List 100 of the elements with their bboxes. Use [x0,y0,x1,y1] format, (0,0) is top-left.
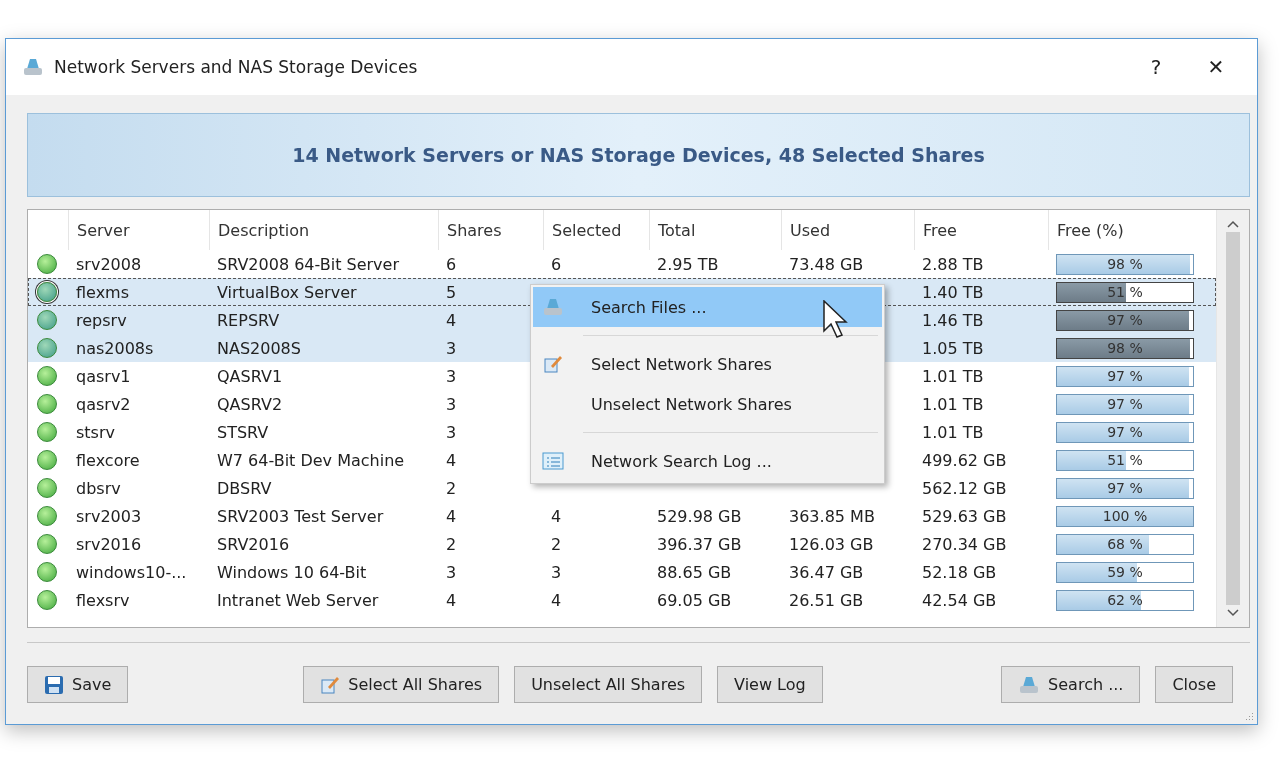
free-space-bar: 51 % [1056,449,1194,471]
free-space-bar: 68 % [1056,533,1194,555]
table-cell-text: 88.65 GB [656,562,733,582]
table-cell-text: 2.95 TB [656,254,720,274]
menu-item[interactable]: Search Files ... [533,287,882,327]
drive-icon [22,57,44,77]
table-cell-text: QASRV2 [216,394,284,414]
table-cell-text: 4 [550,506,563,526]
checklist-icon [320,674,341,695]
table-cell-text: 3 [445,422,458,442]
resize-grip-icon [1244,711,1254,721]
table-cell-text: 52.18 GB [921,562,998,582]
dialog-button[interactable]: Select All Shares [303,666,500,703]
table-cell-text: stsrv [75,422,116,442]
table-cell-text: 396.37 GB [656,534,743,554]
table-cell-text: 3 [445,366,458,386]
free-space-bar: 100 % [1056,505,1194,527]
table-cell-text: 4 [445,590,458,610]
free-space-bar: 97 % [1056,365,1194,387]
free-space-bar: 97 % [1056,421,1194,443]
table-cell-text: flexsrv [75,590,131,610]
table-cell-text: 4 [550,590,563,610]
table-cell-text: srv2003 [75,506,143,526]
table-cell-text: srv2008 [75,254,143,274]
free-space-bar: 98 % [1056,253,1194,275]
dialog-button[interactable]: View Log [717,666,823,703]
table-cell-text: 562.12 GB [921,478,1008,498]
mouse-cursor-icon [823,300,849,340]
summary-banner: 14 Network Servers or NAS Storage Devices, 48 Selected Shares [27,113,1250,197]
table-cell-text: 6 [445,254,458,274]
table-cell-text: 4 [445,310,458,330]
scrollbar[interactable] [1216,210,1249,627]
table-cell-text: 3 [445,394,458,414]
free-space-bar: 59 % [1056,561,1194,583]
column-header[interactable]: Free [914,210,1048,250]
table-cell-text: 1.05 TB [921,338,985,358]
checklist-icon [543,354,563,374]
table-cell-text: 4 [445,450,458,470]
free-space-bar: 51 % [1056,281,1194,303]
drive-icon [542,297,564,317]
scroll-up-icon[interactable] [1227,220,1239,228]
table-cell-text: flexms [75,282,131,302]
table-cell-text: SRV2016 [216,534,291,554]
free-space-bar: 97 % [1056,477,1194,499]
drive-icon [1018,674,1041,695]
table-cell-text: W7 64-Bit Dev Machine [216,450,406,470]
table-cell-text: 529.63 GB [921,506,1008,526]
dialog-button[interactable]: Search ... [1001,666,1141,703]
table-cell-text: 529.98 GB [656,506,743,526]
table-cell-text: 499.62 GB [921,450,1008,470]
free-space-bar: 62 % [1056,589,1194,611]
table-cell-text: 4 [445,506,458,526]
table-cell-text: Windows 10 64-Bit [216,562,368,582]
dialog-button[interactable]: Save [27,666,129,703]
column-header[interactable]: Total [649,210,781,250]
table-cell-text: VirtualBox Server [216,282,358,302]
table-cell-text: 2 [445,478,458,498]
table-cell-text: 126.03 GB [788,534,875,554]
table-cell-text: 2.88 TB [921,254,985,274]
table-cell-text: 2 [445,534,458,554]
table-cell-text: DBSRV [216,478,273,498]
free-space-bar: 98 % [1056,337,1194,359]
table-cell-text: 3 [550,562,563,582]
table-cell-text: qasrv1 [75,366,132,386]
help-button[interactable]: ? [1131,47,1181,87]
column-header[interactable]: Server [68,210,209,250]
table-cell-text: dbsrv [75,478,122,498]
close-button[interactable]: ✕ [1191,47,1241,87]
table-cell-text: SRV2003 Test Server [216,506,385,526]
menu-item[interactable]: Unselect Network Shares [533,384,882,424]
table-cell-text: 3 [445,562,458,582]
dialog-button[interactable]: Close [1155,666,1233,703]
column-header[interactable]: Selected [543,210,649,250]
table-cell-text: 270.34 GB [921,534,1008,554]
column-header[interactable]: Description [209,210,438,250]
column-header[interactable]: Used [781,210,914,250]
menu-item[interactable]: Network Search Log ... [533,441,882,481]
table-cell-text: SRV2008 64-Bit Server [216,254,400,274]
dialog-button[interactable]: Unselect All Shares [514,666,703,703]
table-cell-text: 1.01 TB [921,394,985,414]
table-cell-text: 1.40 TB [921,282,985,302]
list-icon [542,451,564,471]
table-cell-text: 2 [550,534,563,554]
table-cell-text: 36.47 GB [788,562,865,582]
menu-item[interactable]: Select Network Shares [533,344,882,384]
table-cell-text: nas2008s [75,338,155,358]
free-space-bar: 97 % [1056,309,1194,331]
table-cell-text: 5 [445,282,458,302]
table-cell-text: flexcore [75,450,141,470]
table-cell-text: 26.51 GB [788,590,865,610]
table-cell-text: 6 [550,254,563,274]
scroll-down-icon[interactable] [1227,609,1239,617]
table-cell-text: windows10-... [75,562,188,582]
column-header[interactable]: Shares [438,210,543,250]
table-cell-text: 363.85 MB [788,506,876,526]
table-cell-text: STSRV [216,422,270,442]
table-cell-text: Intranet Web Server [216,590,380,610]
table-cell-text: 1.46 TB [921,310,985,330]
table-cell-text: srv2016 [75,534,143,554]
table-cell-text: REPSRV [216,310,281,330]
